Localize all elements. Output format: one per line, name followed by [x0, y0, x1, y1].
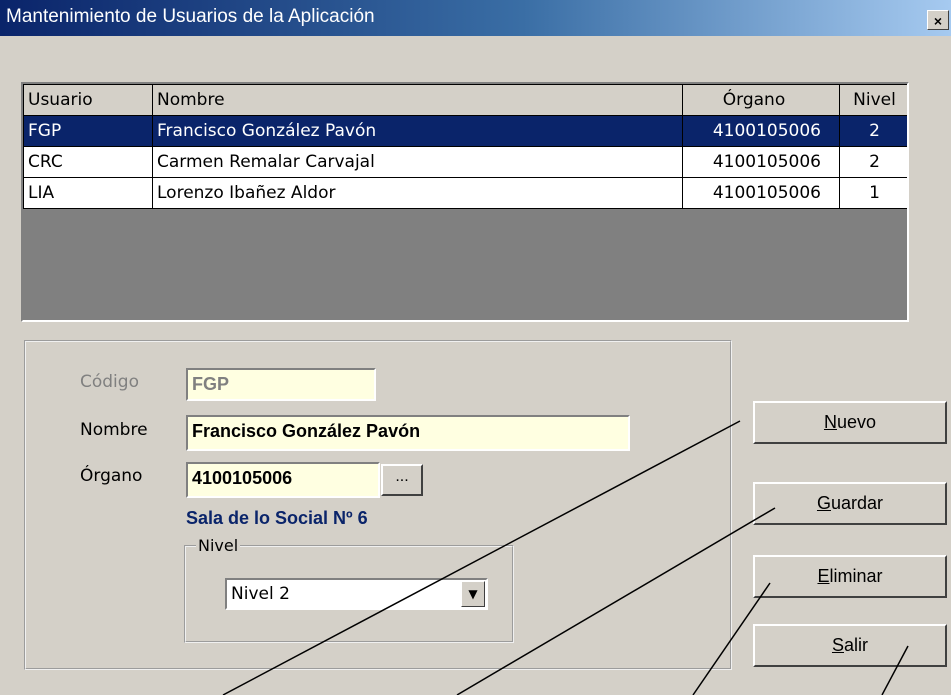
cell-organo[interactable]: 4100105006 [682, 115, 840, 147]
codigo-field: FGP [186, 368, 376, 401]
eliminar-label: liminar [829, 566, 883, 586]
organo-field[interactable]: 4100105006 [186, 462, 380, 498]
cell-nivel[interactable]: 1 [839, 177, 907, 209]
cell-usuario[interactable]: CRC [23, 146, 153, 178]
grid-header-row: Usuario Nombre Órgano Nivel [23, 84, 907, 116]
nombre-field[interactable]: Francisco González Pavón [186, 415, 630, 451]
nuevo-accel: N [823, 412, 837, 432]
cell-usuario[interactable]: LIA [23, 177, 153, 209]
codigo-label: Código [80, 372, 139, 392]
cell-nombre[interactable]: Carmen Remalar Carvajal [152, 146, 683, 178]
guardar-button[interactable]: Guardar [753, 482, 947, 525]
table-row[interactable]: FGP Francisco González Pavón 4100105006 … [23, 115, 907, 147]
nivel-select-value: Nivel 2 [231, 584, 290, 604]
column-header-usuario[interactable]: Usuario [23, 84, 153, 116]
users-grid[interactable]: Usuario Nombre Órgano Nivel FGP Francisc… [21, 82, 909, 322]
cell-nombre[interactable]: Lorenzo Ibañez Aldor [152, 177, 683, 209]
guardar-accel: G [816, 493, 831, 513]
close-icon: × [933, 13, 943, 29]
close-button[interactable]: × [927, 10, 949, 30]
organo-label: Órgano [80, 466, 143, 486]
column-header-nivel[interactable]: Nivel [839, 84, 907, 116]
salir-label: alir [844, 635, 869, 655]
window-title: Mantenimiento de Usuarios de la Aplicaci… [6, 6, 375, 27]
title-bar: Mantenimiento de Usuarios de la Aplicaci… [0, 0, 951, 36]
cell-nivel[interactable]: 2 [839, 146, 907, 178]
column-header-nombre[interactable]: Nombre [152, 84, 683, 116]
nombre-label: Nombre [80, 420, 148, 440]
cell-organo[interactable]: 4100105006 [682, 146, 840, 178]
browse-organo-button[interactable]: ... [381, 464, 423, 496]
table-row[interactable]: LIA Lorenzo Ibañez Aldor 4100105006 1 [23, 177, 907, 209]
cell-nivel[interactable]: 2 [839, 115, 907, 147]
cell-organo[interactable]: 4100105006 [682, 177, 840, 209]
nuevo-label: uevo [836, 412, 877, 432]
column-header-organo[interactable]: Órgano [682, 84, 840, 116]
organo-description: Sala de lo Social Nº 6 [186, 508, 368, 528]
eliminar-accel: E [817, 566, 830, 586]
nivel-select[interactable]: Nivel 2 ▼ [225, 578, 488, 610]
salir-button[interactable]: Salir [753, 624, 947, 667]
cell-nombre[interactable]: Francisco González Pavón [152, 115, 683, 147]
dropdown-arrow-icon[interactable]: ▼ [461, 581, 485, 607]
nivel-legend: Nivel [196, 536, 241, 555]
salir-accel: S [831, 635, 844, 655]
nuevo-button[interactable]: Nuevo [753, 401, 947, 444]
guardar-label: uardar [830, 493, 884, 513]
cell-usuario[interactable]: FGP [23, 115, 153, 147]
eliminar-button[interactable]: Eliminar [753, 555, 947, 598]
table-row[interactable]: CRC Carmen Remalar Carvajal 4100105006 2 [23, 146, 907, 178]
